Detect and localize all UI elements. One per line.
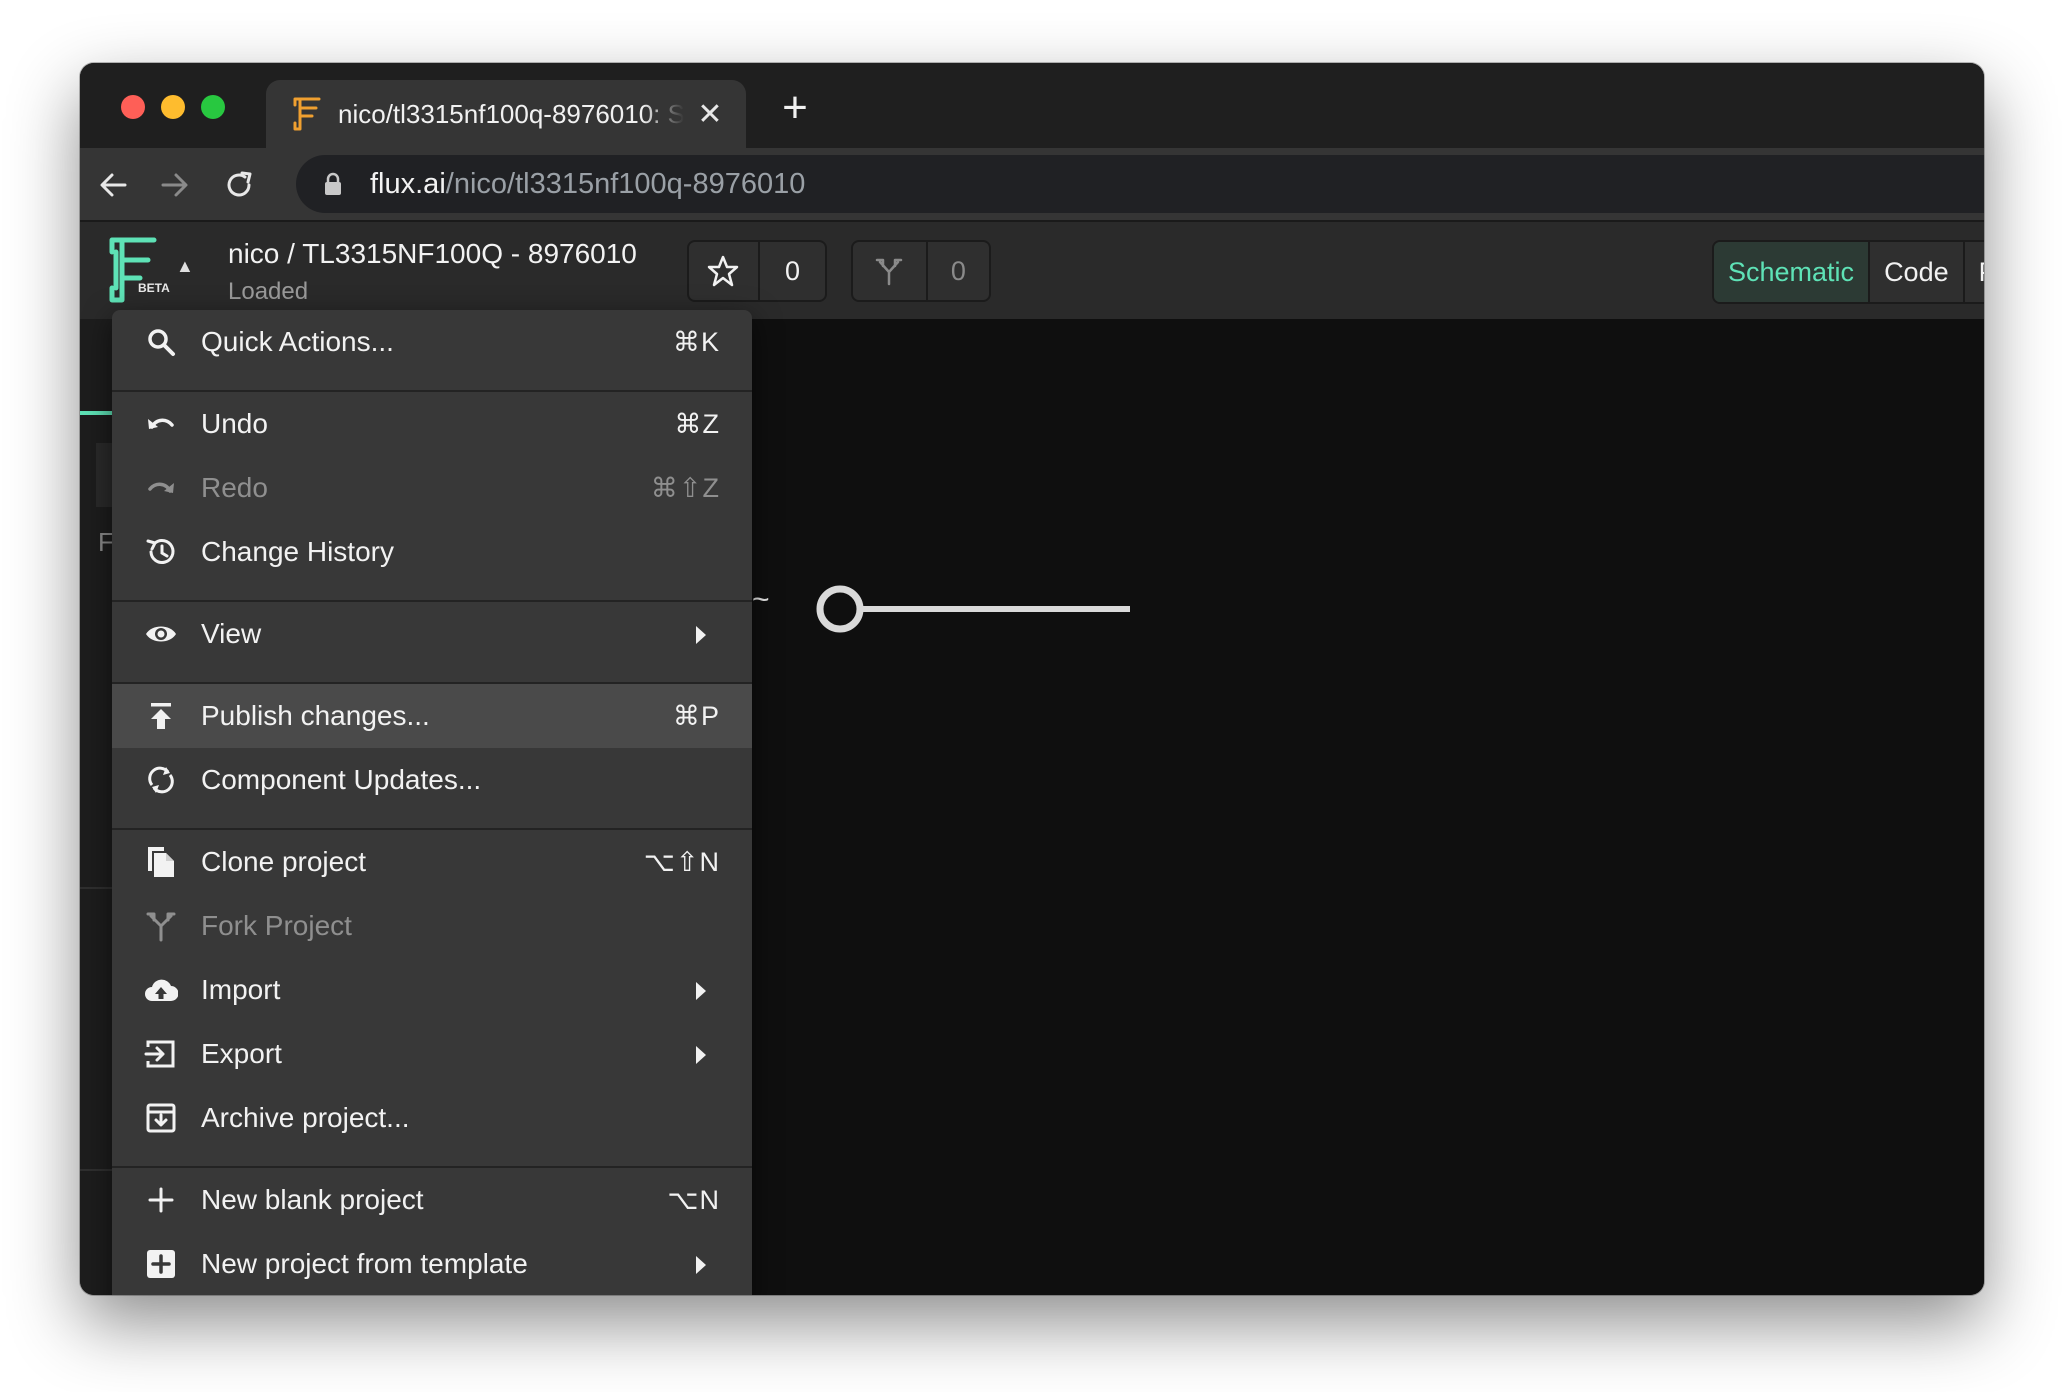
schematic-wire[interactable]	[810, 579, 1130, 639]
menu-item-view[interactable]: View	[112, 602, 752, 666]
archive-icon	[146, 1103, 176, 1133]
canvas-symbol: ~	[752, 583, 770, 616]
view-tabs: Schematic Code P	[1712, 240, 1984, 304]
address-bar[interactable]: flux.ai/nico/tl3315nf100q-8976010	[296, 155, 1984, 213]
menu-item-new-project-from-template[interactable]: New project from template	[112, 1232, 752, 1295]
redo-icon	[148, 482, 174, 493]
tab-code[interactable]: Code	[1870, 242, 1965, 302]
menu-item-redo: Redo ⌘⇧Z	[112, 456, 752, 520]
menu-item-export[interactable]: Export	[112, 1022, 752, 1086]
fork-icon	[146, 912, 176, 942]
menu-item-undo[interactable]: Undo ⌘Z	[112, 392, 752, 456]
menu-item-shortcut: ⌥⇧N	[643, 846, 720, 877]
project-menu: Quick Actions... ⌘K Undo ⌘Z Redo ⌘⇧Z Cha…	[112, 310, 752, 1295]
submenu-arrow-icon	[696, 1256, 706, 1274]
browser-tab-active[interactable]: nico/tl3315nf100q-8976010: Schematic ✕	[266, 80, 746, 148]
menu-item-clone-project[interactable]: Clone project ⌥⇧N	[112, 830, 752, 894]
menu-item-label: Redo	[201, 472, 268, 503]
menu-item-label: Change History	[201, 536, 394, 567]
menu-item-label: Fork Project	[201, 910, 352, 941]
url-path: /nico/tl3315nf100q-8976010	[445, 167, 806, 200]
menu-item-label: Publish changes...	[201, 700, 430, 731]
schematic-canvas[interactable]: ~	[752, 319, 1984, 1295]
menu-item-label: Export	[201, 1038, 282, 1069]
tab-schematic[interactable]: Schematic	[1714, 242, 1871, 302]
flux-favicon-icon	[293, 97, 321, 131]
menu-item-archive-project[interactable]: Archive project...	[112, 1086, 752, 1150]
menu-item-shortcut: ⌘P	[672, 700, 720, 731]
history-icon	[146, 539, 175, 564]
menu-item-label: New blank project	[201, 1184, 424, 1215]
lock-icon	[325, 172, 341, 195]
copy-icon	[148, 847, 174, 877]
submenu-arrow-icon	[696, 626, 706, 644]
star-icon	[708, 255, 739, 287]
star-button-group: 0	[687, 240, 827, 302]
eye-icon	[146, 626, 176, 642]
flux-logo-icon[interactable]: BETA	[104, 234, 176, 308]
url-text: flux.ai/nico/tl3315nf100q-8976010	[370, 168, 805, 201]
logo-badge: BETA	[138, 281, 170, 295]
submenu-arrow-icon	[696, 982, 706, 1000]
menu-item-shortcut: ⌘K	[672, 326, 720, 357]
star-count: 0	[784, 255, 800, 286]
menu-item-label: View	[201, 618, 262, 649]
plus-icon	[148, 1187, 174, 1213]
app-header: BETA ▲ nico / TL3315NF100Q - 8976010 Loa…	[80, 220, 1984, 319]
forward-arrow-icon[interactable]	[152, 162, 198, 208]
menu-item-new-blank-project[interactable]: New blank project ⌥N	[112, 1168, 752, 1232]
menu-item-label: Clone project	[201, 846, 366, 877]
maximize-window-button[interactable]	[201, 95, 225, 119]
menu-item-label: Quick Actions...	[201, 326, 394, 357]
reload-icon[interactable]	[216, 162, 262, 208]
url-host: flux.ai	[370, 167, 446, 200]
tab-pcb[interactable]: P	[1965, 242, 1984, 302]
menu-item-label: Component Updates...	[201, 764, 482, 795]
menu-item-quick-actions[interactable]: Quick Actions... ⌘K	[112, 310, 752, 374]
sync-icon	[148, 766, 174, 794]
menu-item-label: Archive project...	[201, 1102, 410, 1133]
publish-icon	[151, 703, 171, 729]
menu-item-label: Undo	[201, 408, 268, 439]
plus-box-icon	[147, 1250, 175, 1278]
fork-count: 0	[950, 255, 966, 286]
fork-button[interactable]	[853, 242, 926, 300]
undo-icon	[148, 418, 174, 429]
menu-item-component-updates[interactable]: Component Updates...	[112, 748, 752, 812]
menu-item-shortcut: ⌘⇧Z	[650, 472, 720, 503]
tab-title: nico/tl3315nf100q-8976010: Schematic	[338, 98, 684, 129]
export-icon	[144, 1040, 175, 1068]
project-title: nico / TL3315NF100Q - 8976010	[228, 238, 637, 269]
minimize-window-button[interactable]	[161, 95, 185, 119]
fork-icon	[876, 258, 903, 286]
menu-item-fork-project: Fork Project	[112, 894, 752, 958]
submenu-arrow-icon	[696, 1046, 706, 1064]
menu-item-label: New project from template	[201, 1248, 528, 1279]
project-status: Loaded	[228, 278, 309, 305]
menu-item-publish-changes[interactable]: Publish changes... ⌘P	[112, 684, 752, 748]
back-arrow-icon[interactable]	[90, 162, 136, 208]
star-button[interactable]	[689, 242, 758, 300]
menu-item-shortcut: ⌘Z	[674, 408, 720, 439]
search-icon	[148, 329, 175, 356]
cloud-upload-icon	[145, 979, 178, 1001]
menu-item-label: Import	[201, 974, 281, 1005]
menu-item-change-history[interactable]: Change History	[112, 520, 752, 584]
menu-item-shortcut: ⌥N	[667, 1184, 720, 1215]
close-window-button[interactable]	[121, 95, 145, 119]
close-tab-icon[interactable]: ✕	[696, 97, 724, 132]
tab-strip: nico/tl3315nf100q-8976010: Schematic ✕ +	[80, 63, 1984, 148]
fork-button-group: 0	[851, 240, 991, 302]
browser-window: nico/tl3315nf100q-8976010: Schematic ✕ +…	[80, 63, 1984, 1295]
new-tab-button[interactable]: +	[770, 83, 820, 133]
caret-up-icon[interactable]: ▲	[176, 256, 194, 277]
browser-toolbar: flux.ai/nico/tl3315nf100q-8976010	[80, 148, 1984, 220]
menu-item-import[interactable]: Import	[112, 958, 752, 1022]
